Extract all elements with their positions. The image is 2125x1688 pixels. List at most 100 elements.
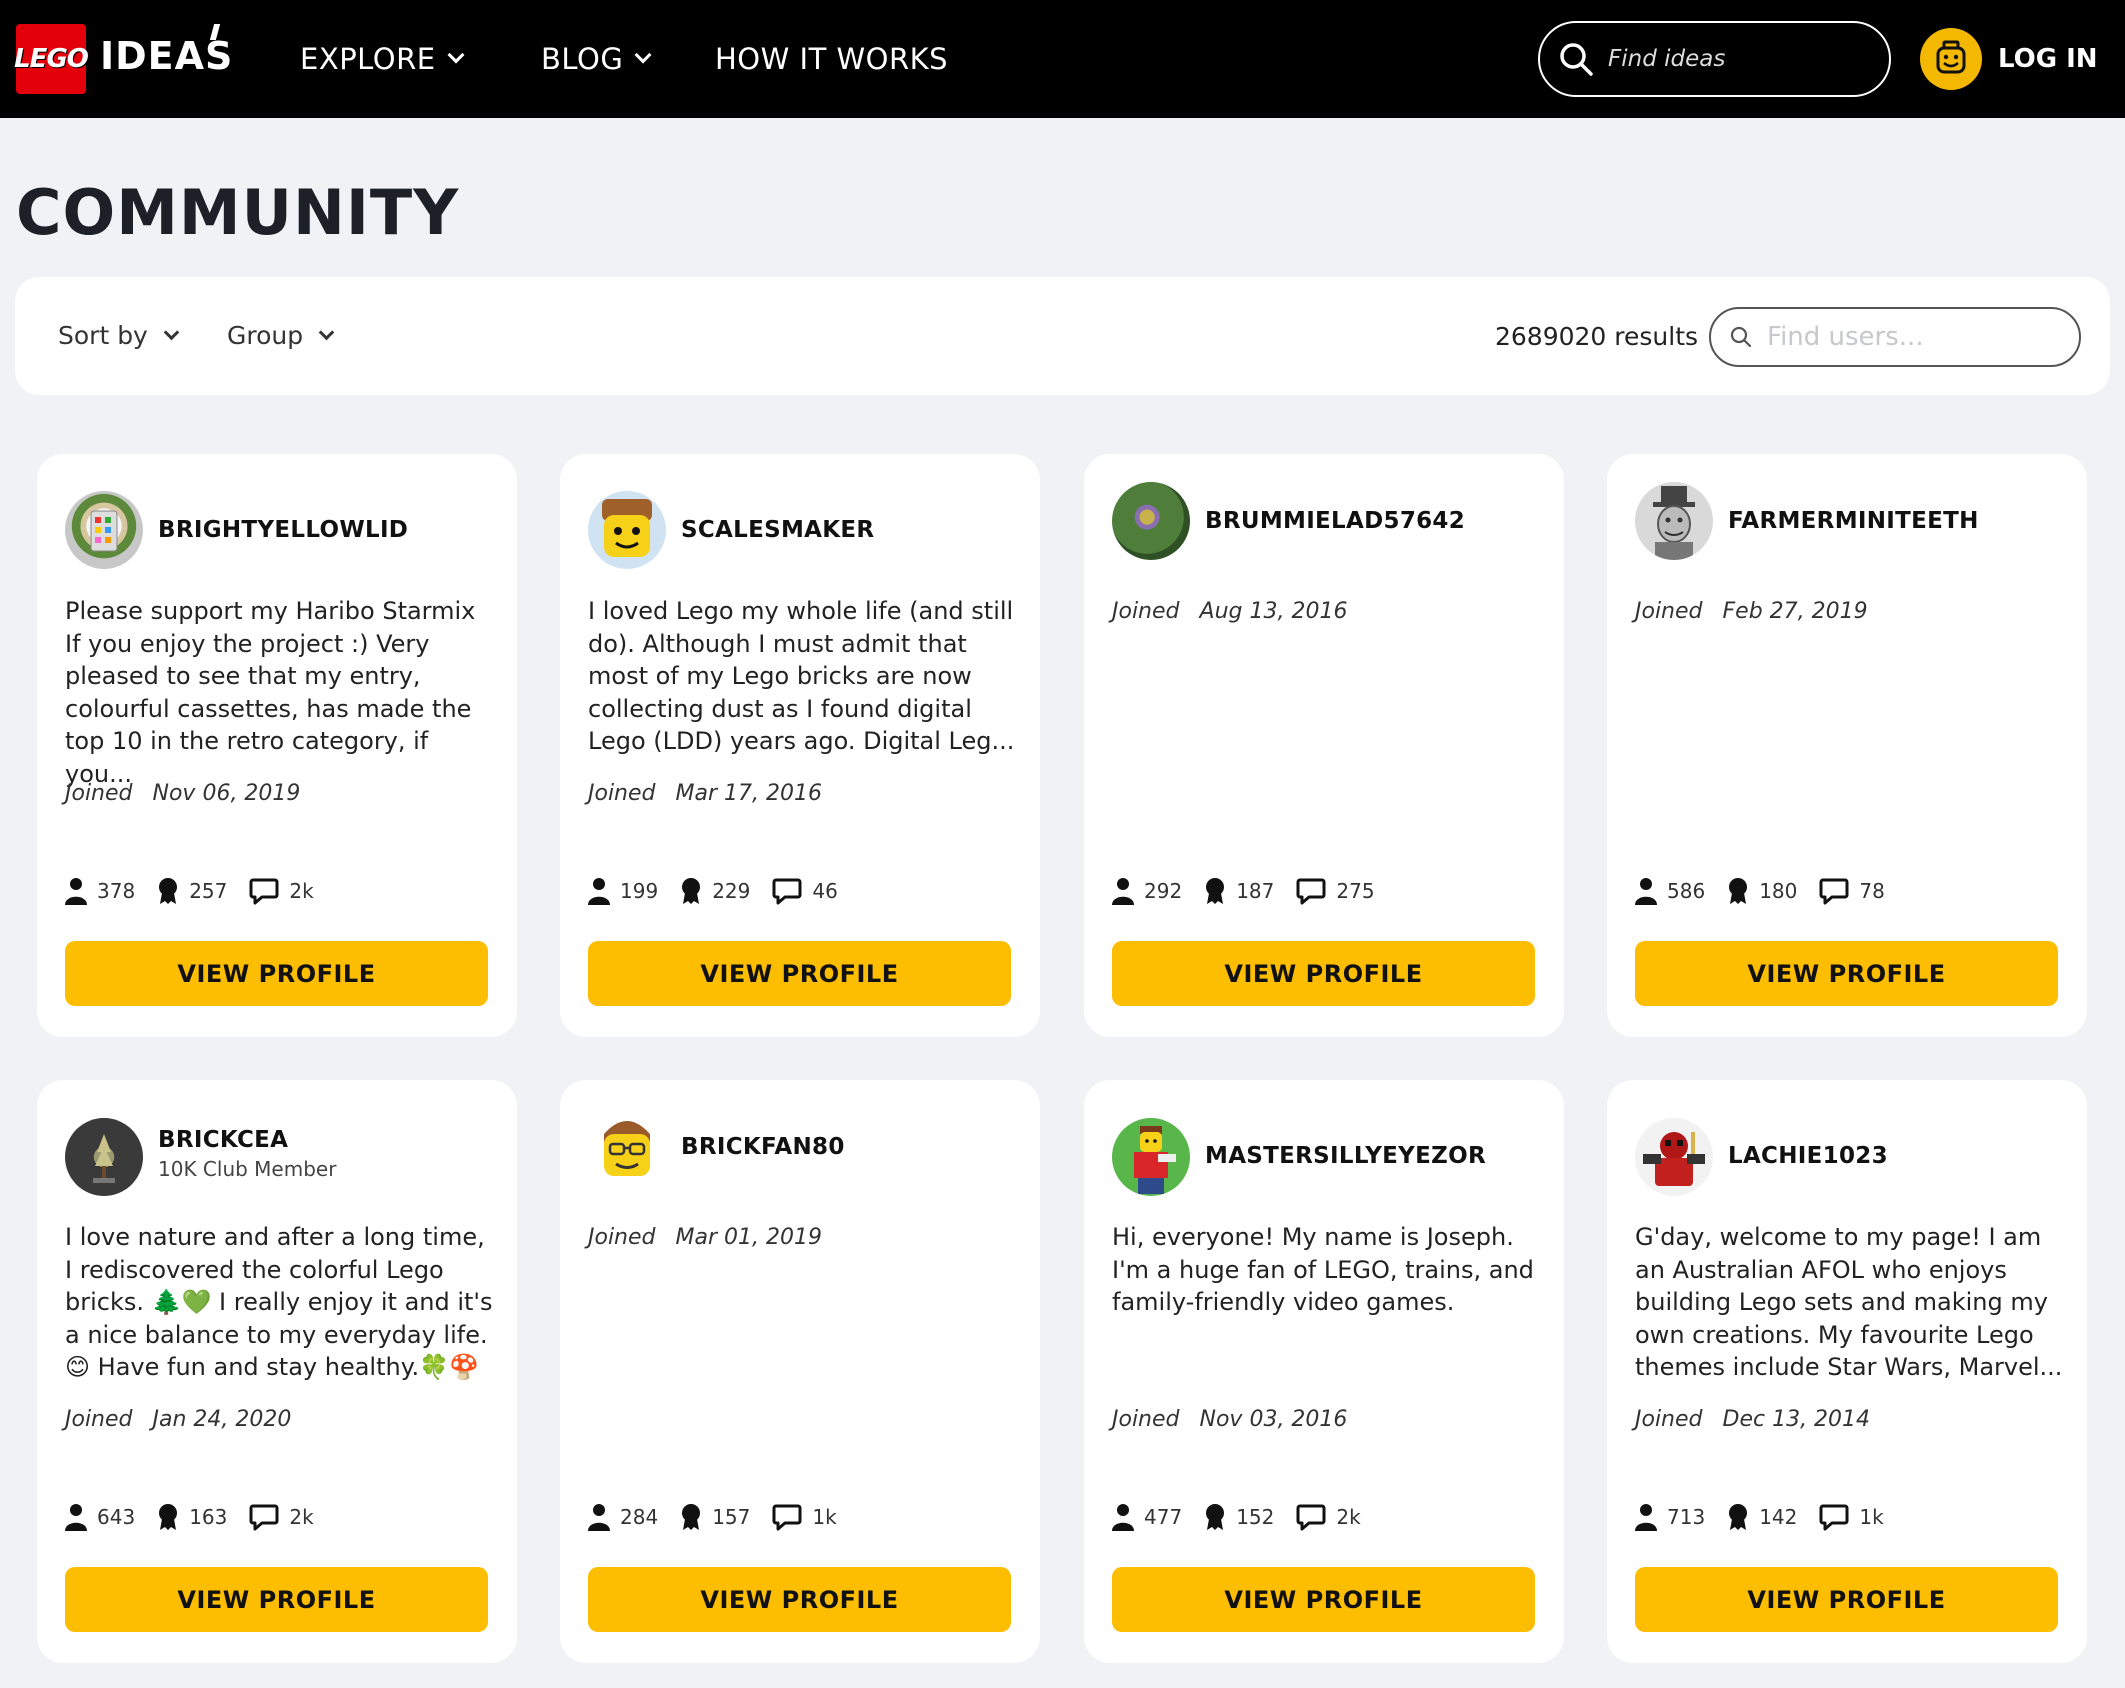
view-profile-button[interactable]: VIEW PROFILE xyxy=(1635,941,2058,1006)
award-ribbon-icon xyxy=(1729,1504,1748,1530)
avatar[interactable] xyxy=(1112,482,1190,560)
person-icon xyxy=(1635,1504,1657,1531)
view-profile-button[interactable]: VIEW PROFILE xyxy=(1635,1567,2058,1632)
avatar[interactable] xyxy=(1635,1118,1713,1196)
award-ribbon-icon xyxy=(1206,1504,1225,1530)
username[interactable]: BRIGHTYELLOWLID xyxy=(158,517,408,543)
user-bio: G'day, welcome to my page! I am an Austr… xyxy=(1635,1223,2063,1381)
username[interactable]: FARMERMINITEETH xyxy=(1728,508,1979,534)
view-profile-button[interactable]: VIEW PROFILE xyxy=(588,941,1011,1006)
followers-stat: 477 xyxy=(1112,1503,1182,1531)
comment-bubble-icon xyxy=(249,1504,279,1531)
award-ribbon-icon xyxy=(682,878,701,904)
followers-count: 586 xyxy=(1667,879,1706,903)
joined-value: Nov 06, 2019 xyxy=(152,781,301,806)
user-card: LACHIE1023 G'day, welcome to my page! I … xyxy=(1607,1080,2087,1663)
avatar[interactable] xyxy=(1635,482,1713,560)
filter-bar: Sort by Group 2689020 results xyxy=(15,277,2110,395)
supporters-count: 157 xyxy=(712,1505,751,1529)
chevron-down-icon xyxy=(447,46,465,64)
followers-stat: 199 xyxy=(588,877,658,905)
view-profile-button[interactable]: VIEW PROFILE xyxy=(588,1567,1011,1632)
joined-label: Joined xyxy=(588,1225,656,1250)
sort-by-dropdown[interactable]: Sort by xyxy=(58,321,180,350)
username[interactable]: BRICKFAN80 xyxy=(681,1134,845,1160)
joined-label: Joined xyxy=(65,1407,133,1432)
supporters-stat: 142 xyxy=(1727,1503,1797,1531)
comments-count: 78 xyxy=(1859,879,1885,903)
chevron-down-icon xyxy=(634,46,652,64)
supporters-count: 257 xyxy=(189,879,228,903)
nav-blog[interactable]: BLOG xyxy=(541,42,652,76)
joined-value: Aug 13, 2016 xyxy=(1199,599,1348,624)
user-stats: 284 157 1k xyxy=(588,1503,859,1531)
supporters-count: 187 xyxy=(1236,879,1275,903)
comments-count: 1k xyxy=(1859,1505,1884,1529)
minifig-head-icon xyxy=(1936,40,1966,74)
view-profile-button[interactable]: VIEW PROFILE xyxy=(1112,941,1535,1006)
award-ribbon-icon xyxy=(1729,878,1748,904)
supporters-count: 229 xyxy=(712,879,751,903)
person-icon xyxy=(1635,878,1657,905)
lego-logo[interactable]: LEGO xyxy=(14,24,89,94)
award-ribbon-icon xyxy=(159,1504,178,1530)
user-stats: 292 187 275 xyxy=(1112,877,1397,905)
comments-count: 46 xyxy=(812,879,838,903)
avatar[interactable] xyxy=(588,1108,666,1186)
supporters-stat: 180 xyxy=(1727,877,1797,905)
followers-count: 199 xyxy=(620,879,659,903)
comments-stat: 2k xyxy=(1296,1503,1361,1531)
username[interactable]: LACHIE1023 xyxy=(1728,1143,1888,1169)
user-card: BRICKFAN80 Joined Mar 01, 2019 284 157 1… xyxy=(560,1080,1040,1663)
minifig-avatar-icon[interactable] xyxy=(1920,28,1982,90)
followers-stat: 643 xyxy=(65,1503,135,1531)
comment-bubble-icon xyxy=(1819,1504,1849,1531)
joined-value: Nov 03, 2016 xyxy=(1199,1407,1348,1432)
comments-stat: 2k xyxy=(249,1503,314,1531)
user-card: SCALESMAKER I loved Lego my whole life (… xyxy=(560,454,1040,1037)
username[interactable]: BRICKCEA xyxy=(158,1127,288,1153)
joined-label: Joined xyxy=(1112,1407,1180,1432)
view-profile-button[interactable]: VIEW PROFILE xyxy=(1112,1567,1535,1632)
supporters-stat: 157 xyxy=(680,1503,750,1531)
avatar[interactable] xyxy=(65,491,143,569)
avatar[interactable] xyxy=(65,1118,143,1196)
nav-explore[interactable]: EXPLORE xyxy=(300,42,465,76)
joined-date: Joined Feb 27, 2019 xyxy=(1635,599,1868,624)
award-ribbon-icon xyxy=(1206,878,1225,904)
joined-label: Joined xyxy=(1635,1407,1703,1432)
group-dropdown[interactable]: Group xyxy=(227,321,335,350)
idea-search-box[interactable] xyxy=(1538,21,1891,97)
comment-bubble-icon xyxy=(772,878,802,905)
nav-blog-label: BLOG xyxy=(541,42,624,76)
supporters-stat: 257 xyxy=(157,877,227,905)
comment-bubble-icon xyxy=(249,878,279,905)
club-member-badge: 10K Club Member xyxy=(158,1157,337,1181)
user-search-box[interactable] xyxy=(1709,307,2081,367)
login-link[interactable]: LOG IN xyxy=(1998,44,2098,74)
ideas-brand[interactable]: IDEAS xyxy=(100,34,233,78)
joined-value: Mar 17, 2016 xyxy=(675,781,822,806)
user-card: FARMERMINITEETH Joined Feb 27, 2019 586 … xyxy=(1607,454,2087,1037)
award-ribbon-icon xyxy=(159,878,178,904)
group-label: Group xyxy=(227,321,304,350)
idea-search-input[interactable] xyxy=(1608,46,1868,72)
joined-date: Joined Aug 13, 2016 xyxy=(1112,599,1347,624)
sort-by-label: Sort by xyxy=(58,321,148,350)
supporters-stat: 187 xyxy=(1204,877,1274,905)
comments-stat: 78 xyxy=(1819,877,1885,905)
user-search-input[interactable] xyxy=(1767,322,2067,352)
person-icon xyxy=(588,878,610,905)
nav-how-it-works[interactable]: HOW IT WORKS xyxy=(715,42,948,76)
nav-explore-label: EXPLORE xyxy=(300,42,436,76)
user-bio: Please support my Haribo Starmix If you … xyxy=(65,597,476,788)
avatar[interactable] xyxy=(1112,1118,1190,1196)
view-profile-button[interactable]: VIEW PROFILE xyxy=(65,941,488,1006)
view-profile-button[interactable]: VIEW PROFILE xyxy=(65,1567,488,1632)
username[interactable]: MASTERSILLYEYEZOR xyxy=(1205,1143,1486,1169)
joined-date: Joined Mar 17, 2016 xyxy=(588,781,822,806)
username[interactable]: SCALESMAKER xyxy=(681,517,874,543)
username[interactable]: BRUMMIELAD57642 xyxy=(1205,508,1465,534)
avatar[interactable] xyxy=(588,491,666,569)
joined-label: Joined xyxy=(588,781,656,806)
